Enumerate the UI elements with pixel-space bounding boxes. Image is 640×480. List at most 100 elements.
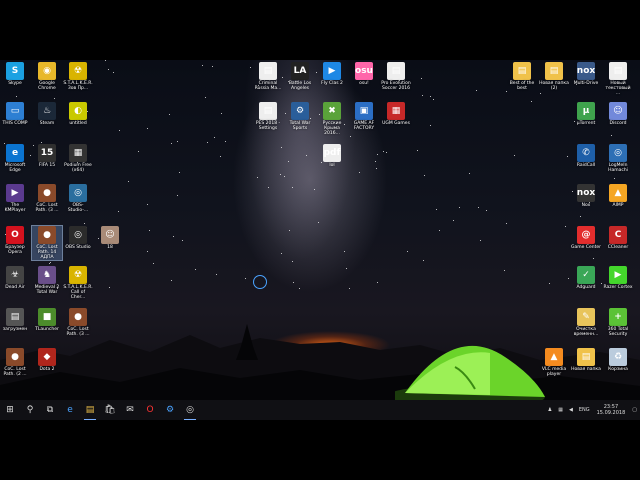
task-view-icon[interactable]: ⧉ — [40, 400, 60, 420]
desktop-icon-gameaf[interactable]: ▣ GAME AF FACTORY — [349, 102, 379, 131]
desktop-icon-fifa[interactable]: 15 FIFA 15 — [32, 144, 62, 168]
desktop-icon-osu[interactable]: osu osu! — [349, 62, 379, 86]
start-button[interactable]: ⊞ — [0, 400, 20, 420]
star — [107, 68, 109, 70]
star — [249, 67, 251, 69]
desktop-icon-chrome[interactable]: ◉ Google Chrome — [32, 62, 62, 91]
desktop-icon-podium[interactable]: ▦ Podium Free (x64) — [63, 144, 93, 173]
chrome-icon: ◉ — [38, 62, 56, 80]
desktop-icon-label: Nox — [581, 203, 591, 208]
desktop-icon-tlauncher[interactable]: ■ TLauncher — [32, 308, 62, 332]
taskbar-app-explorer-icon[interactable]: ▤ — [80, 400, 100, 420]
desktop-icon-razor[interactable]: ▶ Razer Cortex — [603, 266, 633, 290]
desktop-icon-stalker[interactable]: ☢ S.T.A.L.K.E.R. Зов Пр... — [63, 62, 93, 91]
desktop-icon-label: Medieval 2 Total War — [34, 285, 61, 295]
desktop-icon-zagruzh[interactable]: ▤ загрузмен — [0, 308, 30, 332]
desktop-icon-pes2018[interactable]: ▤ PES 2018 - Settings — [253, 102, 283, 131]
desktop-icon-deadair[interactable]: ☣ Dead Air — [0, 266, 30, 290]
star — [350, 135, 352, 137]
desktop-icon-thiscomp[interactable]: ▭ THIS COMP — [0, 102, 30, 126]
star — [611, 134, 613, 136]
desktop-icon-logmein[interactable]: ◎ LogMeIn Hamachi — [603, 144, 633, 173]
desktop-icon-label: TLauncher — [35, 327, 59, 332]
desktop-icon-rusmaps[interactable]: ✖ Русские Крыма 2016... — [317, 102, 347, 136]
taskbar-app-edge-icon[interactable]: e — [60, 400, 80, 420]
star — [288, 229, 290, 231]
desktop-icon-pes2016[interactable]: ▤ Pro Evolution Soccer 2016 — [381, 62, 411, 91]
desktop-icon-utorrent[interactable]: µ µTorrent — [571, 102, 601, 126]
desktop-icon-discord[interactable]: ☺ Discord — [603, 102, 633, 126]
star — [220, 155, 222, 157]
desktop-icon-kmplayer[interactable]: ▶ The KMPlayer — [0, 184, 30, 213]
desktop-icon-medieval[interactable]: ♞ Medieval 2 Total War — [32, 266, 62, 295]
desktop-icon-ugmgames[interactable]: ▦ UGM Games — [381, 102, 411, 126]
desktop-icon-untitled[interactable]: ◐ untitled — [63, 102, 93, 126]
cleaner-icon: ✎ — [577, 308, 595, 326]
podium-icon: ▦ — [69, 144, 87, 162]
desktop-icon-coc3[interactable]: ● CoC. Lost Path. (3 ... — [63, 308, 93, 337]
logmein-icon: ◎ — [609, 144, 627, 162]
desktop-icon-newfolder[interactable]: ▤ Новая папка — [571, 348, 601, 372]
desktop-icon-gamecenter[interactable]: @ Game Center — [571, 226, 601, 250]
desktop-icon-totalwar[interactable]: ⚙ Total War Sports — [285, 102, 315, 131]
desktop-icon-label: Google Chrome — [38, 81, 57, 91]
desktop-icon-coc1[interactable]: ● CoC. Lost Path. (3 ... — [32, 184, 62, 213]
desktop-icon-pdf[interactable]: pdf lol — [317, 144, 347, 168]
desktop-icon-multidrive[interactable]: nox Multi-Drive — [571, 62, 601, 86]
taskbar-app-opera-icon[interactable]: O — [140, 400, 160, 420]
coc1-icon: ● — [38, 184, 56, 202]
desktop-icon-opera[interactable]: O Браузер Opera — [0, 226, 30, 255]
desktop-icon-coc4[interactable]: ● CoC. Lost Path. (2 ... — [0, 348, 30, 377]
desktop-icon-label: UGM Games — [382, 121, 410, 126]
desktop-icon-recycle[interactable]: ♻ Корзина — [603, 348, 633, 372]
desktop-icon-label: The KMPlayer — [4, 203, 26, 213]
desktop-icon-raidcall[interactable]: ✆ RaidCall — [571, 144, 601, 168]
desktop-icon-steam[interactable]: ♨ Steam — [32, 102, 62, 126]
desktop-icon-vlc[interactable]: ▲ VLC media player — [539, 348, 569, 377]
desktop-icon-skype[interactable]: S Skype — [0, 62, 30, 86]
desktop-icon-nox[interactable]: nox Nox — [571, 184, 601, 208]
taskbar-app-mail-icon[interactable]: ✉ — [120, 400, 140, 420]
star — [505, 222, 507, 224]
desktop-icon-dota2[interactable]: ◆ Dota 2 — [32, 348, 62, 372]
desktop-icon-criminal[interactable]: ▤ Criminal Russia Ma... — [253, 62, 283, 91]
desktop-icon-num18[interactable]: ☺ 18 — [95, 226, 125, 250]
desktop-icon-label: OBS-Studio-... — [67, 203, 89, 213]
desktop-icon-obs[interactable]: ◎ OBS-Studio-... — [63, 184, 93, 213]
taskbar-app-obs-icon[interactable]: ◎ — [180, 400, 200, 420]
star — [438, 229, 440, 231]
desktop-icon-security360[interactable]: +360 Total Security — [603, 308, 633, 337]
ccleaner-icon: C — [609, 226, 627, 244]
action-center-icon[interactable]: ▢ — [632, 407, 637, 413]
network-icon[interactable]: ▦ — [558, 407, 563, 413]
language-indicator[interactable]: ENG — [579, 407, 590, 413]
star — [171, 142, 173, 144]
desktop-icon-newfolder2[interactable]: ▤ Новая папка (2) — [539, 62, 569, 91]
taskbar-app-unknown-icon[interactable]: ⚙ — [160, 400, 180, 420]
desktop-icon-battlelos[interactable]: LA Battle Los Angeles — [285, 62, 315, 91]
desktop-icon-ccleaner[interactable]: C CCleaner — [603, 226, 633, 250]
star — [374, 161, 376, 163]
desktop-icon-obsstudio[interactable]: ◎ OBS Studio — [63, 226, 93, 250]
desktop-icon-callofcher[interactable]: ☢ S.T.A.L.K.E.R. Call of Cher... — [63, 266, 93, 300]
skype-icon: S — [6, 62, 24, 80]
desktop-icon-cleaner[interactable]: ✎ Очистка временн... — [571, 308, 601, 337]
desktop-icon-bestof[interactable]: ▤ Best of the best — [507, 62, 537, 91]
desktop-icon-coc2[interactable]: ● CoC. Lost Path. 14 АДПА — [31, 225, 63, 261]
desktop-icon-edge[interactable]: e Microsoft Edge — [0, 144, 30, 173]
notification-person-icon[interactable]: ♟ — [548, 407, 552, 413]
desktop-icon-flyclas[interactable]: ▶ Fly Clas 2 — [317, 62, 347, 86]
star — [420, 77, 422, 79]
desktop-icon-adguard[interactable]: ✓ Adguard — [571, 266, 601, 290]
desktop-icon-aimp[interactable]: ▲ AIMP — [603, 184, 633, 208]
clock[interactable]: 23:57 15.09.2018 — [597, 404, 626, 416]
desktop-icon-label: Браузер Opera — [5, 245, 27, 255]
desktop-icon-label: Podium Free (x64) — [64, 163, 94, 173]
taskbar-app-store-icon[interactable]: 🛍 — [100, 400, 120, 420]
bestof-icon: ▤ — [513, 62, 531, 80]
search-icon[interactable]: ⚲ — [20, 400, 40, 420]
desktop-icon-newtext[interactable]: ▤ Новый текстовый ... — [603, 62, 633, 96]
star — [137, 150, 139, 152]
desktop-icon-label: VLC media player — [541, 367, 568, 377]
volume-icon[interactable]: ◀ — [569, 407, 573, 413]
